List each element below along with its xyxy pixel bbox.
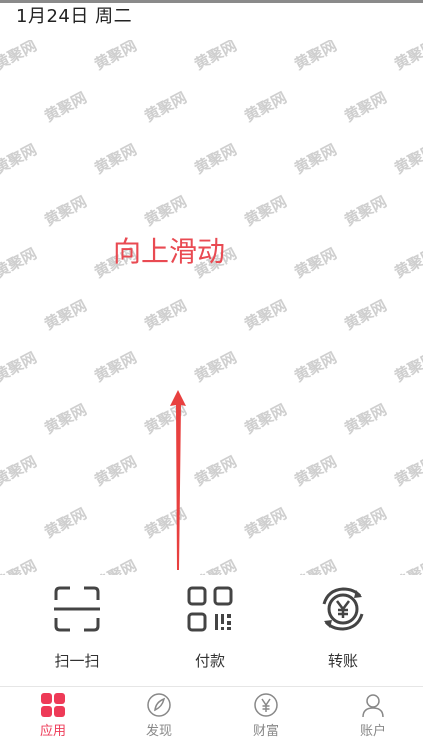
- watermark-text: 黄聚网: [291, 40, 339, 74]
- quick-actions: 扫一扫 付款 转账: [0, 578, 423, 686]
- watermark-text: 黄聚网: [191, 349, 239, 386]
- watermark-text: 黄聚网: [341, 89, 389, 126]
- watermark-text: 黄聚网: [241, 505, 289, 542]
- scan-icon: [54, 586, 100, 632]
- watermark-text: 黄聚网: [41, 89, 89, 126]
- watermark-text: 黄聚网: [291, 557, 339, 575]
- watermark-text: 黄聚网: [341, 297, 389, 334]
- tab-account-label: 账户: [359, 724, 386, 739]
- watermark-text: 黄聚网: [91, 349, 139, 386]
- swipe-up-hint: 向上滑动: [113, 235, 226, 268]
- watermark-text: 黄聚网: [41, 505, 89, 542]
- watermark-text: 黄聚网: [141, 297, 189, 334]
- tab-apps[interactable]: 应用: [13, 692, 93, 740]
- watermark-text: 黄聚网: [291, 141, 339, 178]
- transfer-yen-icon: [322, 587, 364, 631]
- tab-discover-label: 发现: [145, 724, 172, 739]
- yen-circle-icon: [254, 693, 278, 717]
- watermark-text: 黄聚网: [0, 245, 40, 282]
- watermark-text: 黄聚网: [391, 349, 423, 386]
- watermark-text: 黄聚网: [291, 349, 339, 386]
- status-date: 1月24日 周二: [16, 6, 133, 27]
- watermark-text: 黄聚网: [41, 401, 89, 438]
- watermark-text: 黄聚网: [141, 89, 189, 126]
- qr-code-icon: [187, 586, 233, 632]
- watermark-text: 黄聚网: [241, 193, 289, 230]
- tab-discover[interactable]: 发现: [119, 692, 199, 740]
- watermark-text: 黄聚网: [0, 349, 40, 386]
- watermark-background: 黄聚网 黄聚网 黄聚网 黄聚网 黄聚网 黄聚网 黄聚网 黄聚网 黄聚网 黄聚网 黄聚网 黄聚网 黄聚网黄…: [0, 40, 423, 575]
- watermark-text: 黄聚网: [341, 401, 389, 438]
- watermark-text: 黄聚网: [41, 297, 89, 334]
- watermark-text: 黄聚网: [241, 297, 289, 334]
- watermark-text: 黄聚网: [391, 40, 423, 74]
- watermark-text: 黄聚网: [41, 193, 89, 230]
- tab-wealth-label: 财富: [252, 724, 279, 739]
- watermark-text: 黄聚网: [391, 141, 423, 178]
- scan-label: 扫一扫: [54, 652, 100, 670]
- watermark-text: 黄聚网: [341, 193, 389, 230]
- watermark-pattern: 黄聚网 黄聚网 黄聚网 黄聚网 黄聚网黄聚网 黄聚网 黄聚网 黄聚网黄聚网 黄聚网 黄聚网 黄聚网黄…: [0, 40, 423, 575]
- tab-wealth[interactable]: 财富: [226, 692, 306, 740]
- watermark-text: 黄聚网: [391, 557, 423, 575]
- watermark-text: 黄聚网: [291, 453, 339, 490]
- watermark-text: 黄聚网: [0, 40, 40, 74]
- watermark-text: 黄聚网: [341, 505, 389, 542]
- watermark-text: 黄聚网: [0, 141, 40, 178]
- watermark-text: 黄聚网: [291, 245, 339, 282]
- watermark-text: 黄聚网: [241, 89, 289, 126]
- watermark-text: 黄聚网: [241, 401, 289, 438]
- transfer-button[interactable]: 转账: [293, 584, 393, 682]
- pay-label: 付款: [194, 652, 225, 670]
- watermark-text: 黄聚网: [141, 193, 189, 230]
- pay-button[interactable]: 付款: [160, 584, 260, 682]
- apps-grid-icon: [41, 693, 65, 717]
- watermark-text: 黄聚网: [0, 557, 40, 575]
- compass-icon: [147, 693, 171, 717]
- tab-account[interactable]: 账户: [333, 692, 413, 740]
- watermark-text: 黄聚网: [391, 245, 423, 282]
- arrow-up-icon: [170, 390, 186, 570]
- scan-button[interactable]: 扫一扫: [27, 584, 127, 682]
- watermark-text: 黄聚网: [91, 40, 139, 74]
- watermark-text: 黄聚网: [91, 453, 139, 490]
- watermark-text: 黄聚网: [191, 40, 239, 74]
- user-icon: [362, 694, 384, 718]
- transfer-label: 转账: [327, 652, 358, 670]
- bottom-tab-bar: 应用 发现 财富 账户: [0, 686, 423, 741]
- watermark-text: 黄聚网: [91, 141, 139, 178]
- watermark-text: 黄聚网: [191, 141, 239, 178]
- watermark-text: 黄聚网: [91, 557, 139, 575]
- watermark-text: 黄聚网: [0, 453, 40, 490]
- watermark-text: 黄聚网: [391, 453, 423, 490]
- tab-apps-label: 应用: [39, 724, 66, 739]
